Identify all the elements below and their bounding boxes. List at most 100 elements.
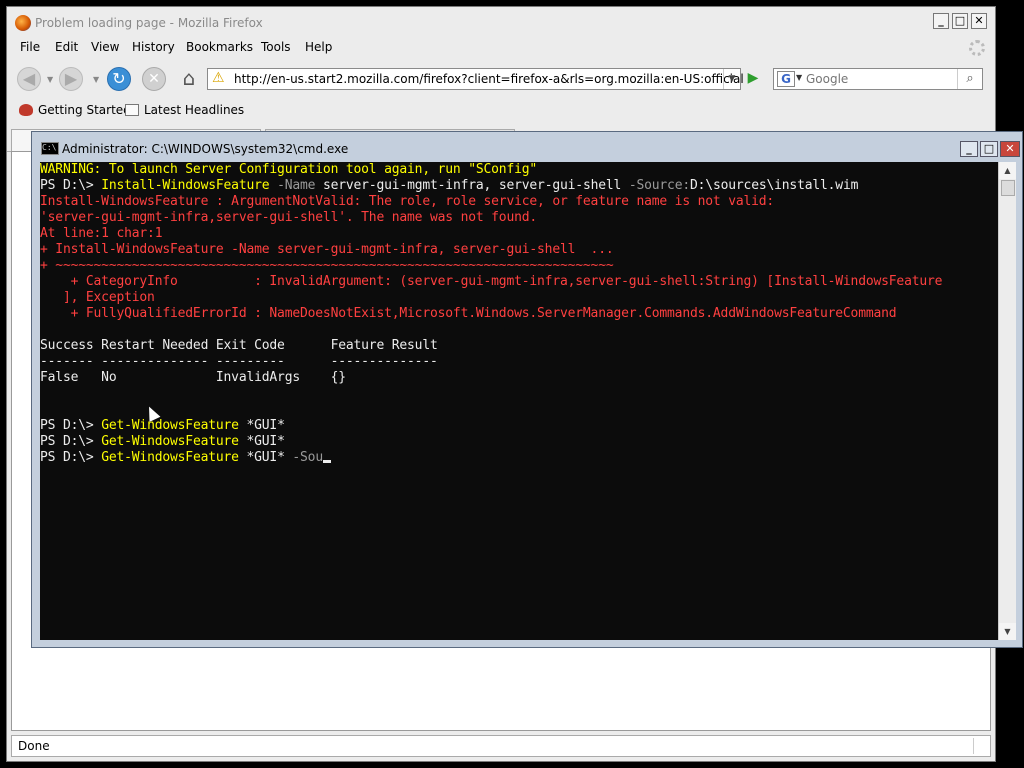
reload-button[interactable]: ↻ xyxy=(107,67,131,91)
cmd-minimize-button[interactable]: _ xyxy=(960,141,978,157)
bookmark-label: Latest Headlines xyxy=(144,103,245,117)
cmd-window-title: Administrator: C:\WINDOWS\system32\cmd.e… xyxy=(62,142,349,156)
console-text: PS D:\> xyxy=(40,434,102,449)
console-line: Install-WindowsFeature : ArgumentNotVali… xyxy=(40,194,774,210)
console-line: PS D:\> Install-WindowsFeature -Name ser… xyxy=(40,178,858,194)
back-button[interactable]: ◀ xyxy=(17,67,41,91)
minimize-button[interactable]: _ xyxy=(933,13,949,29)
scroll-down-icon[interactable]: ▼ xyxy=(999,623,1016,640)
console-line: WARNING: To launch Server Configuration … xyxy=(40,162,537,178)
throbber-icon xyxy=(969,40,985,56)
status-bar: Done xyxy=(11,735,991,757)
firefox-window-title: Problem loading page - Mozilla Firefox xyxy=(35,16,263,30)
close-button[interactable]: ✕ xyxy=(971,13,987,29)
search-engine-dropdown-icon[interactable]: ▼ xyxy=(796,73,802,82)
menu-edit[interactable]: Edit xyxy=(55,40,78,54)
console-text: Get-WindowsFeature xyxy=(101,450,247,465)
cmd-close-button[interactable]: ✕ xyxy=(1000,141,1020,157)
console-text: + Install-WindowsFeature -Name server-gu… xyxy=(40,242,614,257)
menu-file[interactable]: File xyxy=(20,40,40,54)
firefox-icon xyxy=(15,15,31,31)
console-text: -Sou xyxy=(292,450,323,465)
console-text: Install-WindowsFeature : ArgumentNotVali… xyxy=(40,194,775,209)
console-text: *GUI* xyxy=(246,450,293,465)
warning-icon: ⚠ xyxy=(212,70,225,86)
console-text: Success Restart Needed Exit Code Feature… xyxy=(40,338,438,353)
resize-grip-icon[interactable] xyxy=(973,738,988,754)
console-line: PS D:\> Get-WindowsFeature *GUI* xyxy=(40,418,285,434)
console-output[interactable]: WARNING: To launch Server Configuration … xyxy=(40,162,1000,640)
cmd-title-bar: C:\ Administrator: C:\WINDOWS\system32\c… xyxy=(32,132,1022,160)
console-line: PS D:\> Get-WindowsFeature *GUI* -Sou xyxy=(40,450,331,466)
scroll-up-icon[interactable]: ▲ xyxy=(999,162,1016,179)
bookmark-getting-started[interactable]: Getting Started xyxy=(19,103,131,117)
console-text: Install-WindowsFeature xyxy=(101,178,278,193)
console-text: + FullyQualifiedErrorId : NameDoesNotExi… xyxy=(40,306,897,321)
back-history-dropdown-icon[interactable]: ▼ xyxy=(47,75,53,84)
home-button[interactable]: ⌂ xyxy=(177,67,201,91)
url-text[interactable]: http://en-us.start2.mozilla.com/firefox?… xyxy=(234,72,744,86)
console-text: PS D:\> xyxy=(40,178,102,193)
status-text: Done xyxy=(18,739,50,753)
console-text: ], Exception xyxy=(40,290,155,305)
url-bar[interactable]: ⚠ http://en-us.start2.mozilla.com/firefo… xyxy=(207,68,744,90)
search-icon[interactable]: ⌕ xyxy=(957,69,982,89)
rss-icon xyxy=(125,104,139,116)
console-line: + ~~~~~~~~~~~~~~~~~~~~~~~~~~~~~~~~~~~~~~… xyxy=(40,258,614,274)
navigation-toolbar: ◀ ▼ ▶ ▼ ↻ ✕ ⌂ ⚠ http://en-us.start2.mozi… xyxy=(7,61,995,97)
console-text: False No InvalidArgs {} xyxy=(40,370,346,385)
console-text: Get-WindowsFeature xyxy=(101,418,247,433)
bookmark-latest-headlines[interactable]: Latest Headlines xyxy=(125,103,244,117)
text-cursor xyxy=(322,460,331,463)
console-line: False No InvalidArgs {} xyxy=(40,370,346,386)
forward-button[interactable]: ▶ xyxy=(59,67,83,91)
console-text: *GUI* xyxy=(246,434,285,449)
console-text: *GUI* xyxy=(246,418,285,433)
cmd-icon: C:\ xyxy=(41,142,59,155)
menu-bookmarks[interactable]: Bookmarks xyxy=(186,40,253,54)
maximize-button[interactable]: □ xyxy=(952,13,968,29)
search-input[interactable] xyxy=(806,70,956,88)
bookmark-label: Getting Started xyxy=(38,103,131,117)
console-line: Success Restart Needed Exit Code Feature… xyxy=(40,338,438,354)
console-line: ------- -------------- --------- -------… xyxy=(40,354,438,370)
menu-help[interactable]: Help xyxy=(305,40,332,54)
menu-bar: File Edit View History Bookmarks Tools H… xyxy=(7,37,995,59)
console-text: D:\sources\install.wim xyxy=(690,178,859,193)
console-line: ], Exception xyxy=(40,290,155,306)
console-text: -Name xyxy=(277,178,323,193)
console-text: PS D:\> xyxy=(40,418,102,433)
scrollbar-thumb[interactable] xyxy=(1001,180,1015,196)
firefox-bookmark-icon xyxy=(19,104,33,116)
forward-history-dropdown-icon[interactable]: ▼ xyxy=(93,75,99,84)
search-bar: G ▼ ⌕ xyxy=(773,68,983,90)
console-line: PS D:\> Get-WindowsFeature *GUI* xyxy=(40,434,285,450)
console-line: + CategoryInfo : InvalidArgument: (serve… xyxy=(40,274,943,290)
console-text: At line:1 char:1 xyxy=(40,226,163,241)
console-text: + CategoryInfo : InvalidArgument: (serve… xyxy=(40,274,943,289)
google-engine-icon[interactable]: G xyxy=(777,71,795,87)
console-text: WARNING: To launch Server Configuration … xyxy=(40,162,538,177)
console-line: 'server-gui-mgmt-infra,server-gui-shell'… xyxy=(40,210,537,226)
console-text: Get-WindowsFeature xyxy=(101,434,247,449)
console-line: + Install-WindowsFeature -Name server-gu… xyxy=(40,242,614,258)
bookmarks-toolbar: Getting Started Latest Headlines xyxy=(7,99,995,123)
menu-history[interactable]: History xyxy=(132,40,175,54)
console-scrollbar[interactable]: ▲ ▼ xyxy=(998,162,1016,640)
url-dropdown-icon[interactable]: ▼ xyxy=(723,69,740,89)
console-text: ------- -------------- --------- -------… xyxy=(40,354,438,369)
go-button[interactable]: ▶ xyxy=(743,70,763,88)
console-text: PS D:\> xyxy=(40,450,102,465)
menu-view[interactable]: View xyxy=(91,40,119,54)
console-line: At line:1 char:1 xyxy=(40,226,163,242)
console-text: -Source: xyxy=(628,178,691,193)
menu-tools[interactable]: Tools xyxy=(261,40,291,54)
cmd-maximize-button[interactable]: □ xyxy=(980,141,998,157)
console-line: + FullyQualifiedErrorId : NameDoesNotExi… xyxy=(40,306,897,322)
cmd-window: C:\ Administrator: C:\WINDOWS\system32\c… xyxy=(31,131,1023,648)
stop-button[interactable]: ✕ xyxy=(142,67,166,91)
console-text: server-gui-mgmt-infra, server-gui-shell xyxy=(322,178,629,193)
console-text: + ~~~~~~~~~~~~~~~~~~~~~~~~~~~~~~~~~~~~~~… xyxy=(40,258,614,273)
firefox-title-bar: Problem loading page - Mozilla Firefox _… xyxy=(7,7,995,37)
console-text: 'server-gui-mgmt-infra,server-gui-shell'… xyxy=(40,210,538,225)
